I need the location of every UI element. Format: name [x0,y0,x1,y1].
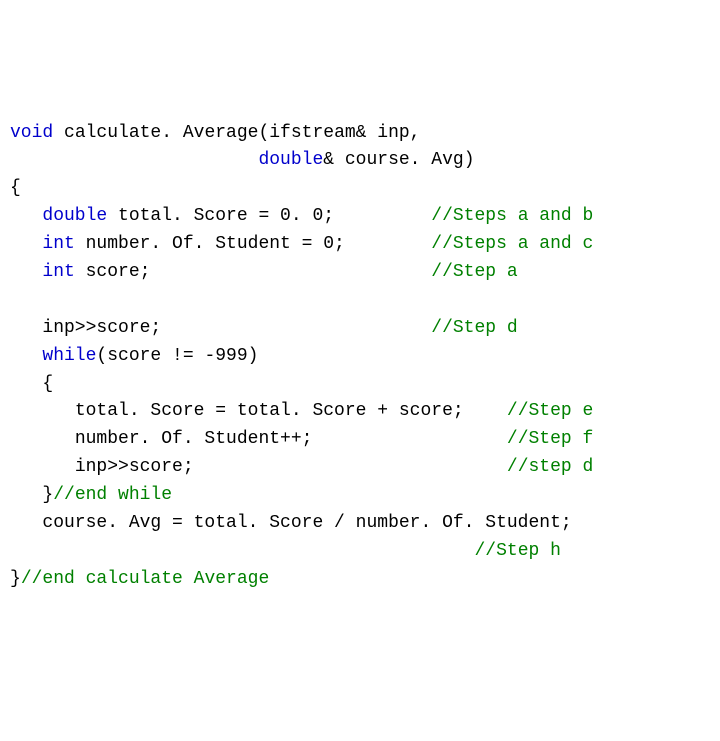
code-text [10,290,21,310]
code-line: number. Of. Student++; //Step f [10,426,710,454]
comment: //step d [507,457,593,477]
code-line [10,287,710,315]
code-text [42,541,474,561]
code-line: }//end calculate Average [10,566,710,594]
code-text: calculate. Average(ifstream& inp, [53,123,420,143]
comment: //end calculate Average [21,569,269,589]
keyword: while [42,346,96,366]
keyword: void [10,123,53,143]
code-text: inp>>score; [42,318,431,338]
code-line: inp>>score; //Step d [10,315,710,343]
comment: //Step a [431,262,517,282]
code-line: inp>>score; //step d [10,454,710,482]
code-text: (score != -999) [96,346,258,366]
comment: //Steps a and b [431,206,593,226]
code-text [10,150,258,170]
code-line: //Step h [10,538,710,566]
code-text: total. Score = total. Score + score; [75,401,507,421]
code-text: { [42,374,53,394]
code-line: total. Score = total. Score + score; //S… [10,398,710,426]
keyword: int [42,262,74,282]
code-text: inp>>score; [75,457,507,477]
code-line: double total. Score = 0. 0; //Steps a an… [10,203,710,231]
code-text: } [42,485,53,505]
code-text: score; [75,262,431,282]
code-text: } [10,569,21,589]
code-line: }//end while [10,482,710,510]
code-line: double& course. Avg) [10,147,710,175]
code-text: { [10,178,21,198]
code-text: & course. Avg) [323,150,474,170]
comment: //end while [53,485,172,505]
comment: //Step f [507,429,593,449]
code-block: void calculate. Average(ifstream& inp, d… [10,120,710,594]
keyword: double [258,150,323,170]
code-line: void calculate. Average(ifstream& inp, [10,120,710,148]
comment: //Step h [474,541,560,561]
comment: //Steps a and c [431,234,593,254]
keyword: int [42,234,74,254]
code-line: int number. Of. Student = 0; //Steps a a… [10,231,710,259]
code-text: number. Of. Student++; [75,429,507,449]
code-line: { [10,371,710,399]
code-line: { [10,175,710,203]
code-line: while(score != -999) [10,343,710,371]
code-text: number. Of. Student = 0; [75,234,431,254]
keyword: double [42,206,107,226]
comment: //Step e [507,401,593,421]
comment: //Step d [431,318,517,338]
code-line: int score; //Step a [10,259,710,287]
code-text: total. Score = 0. 0; [107,206,431,226]
code-line: course. Avg = total. Score / number. Of.… [10,510,710,538]
code-text: course. Avg = total. Score / number. Of.… [42,513,571,533]
